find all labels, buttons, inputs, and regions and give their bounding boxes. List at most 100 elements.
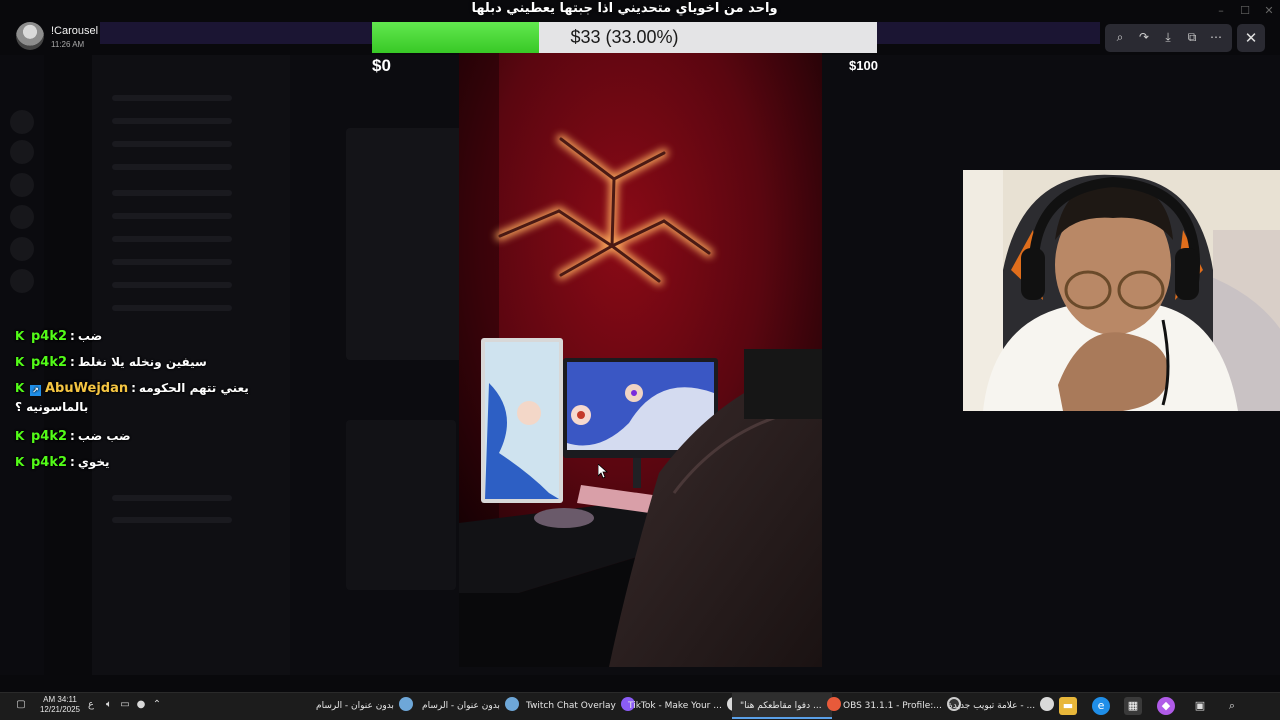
- donation-goal-bar: $33 (33.00%): [372, 22, 877, 53]
- photo-preview: [459, 53, 822, 667]
- taskbar-task[interactable]: بدون عنوان - الرسام: [422, 693, 519, 719]
- tray-overflow-icon[interactable]: ⌃: [150, 698, 164, 712]
- server-icon: [10, 205, 34, 229]
- rotate-icon[interactable]: ↷: [1133, 26, 1155, 48]
- chat-message: Kp4k2: ضب: [15, 325, 102, 344]
- kick-badge-icon: K: [15, 355, 25, 369]
- donation-goal-min: $0: [372, 56, 391, 75]
- task-view-icon[interactable]: ▣: [1191, 697, 1209, 715]
- chrome-icon: [826, 697, 841, 711]
- notification-title: !Carousel: [51, 25, 99, 37]
- embedded-image-preview: [346, 128, 464, 360]
- kick-badge-icon: K: [15, 455, 25, 469]
- task-label: TikTok - Make Your ...: [628, 701, 722, 711]
- taskbar-task[interactable]: بدون عنوان - الرسام: [316, 693, 413, 719]
- server-icon: [10, 110, 34, 134]
- chat-separator: :: [70, 455, 75, 469]
- language-indicator[interactable]: ع: [84, 698, 98, 712]
- chat-text: يعني تتهم الحكومه: [138, 381, 249, 395]
- channel-row: [112, 95, 232, 101]
- taskbar-task[interactable]: علامة تبويب جديدة - ...: [948, 693, 1055, 719]
- channel-row: [112, 495, 232, 501]
- chat-text: ضب: [77, 329, 103, 343]
- task-label: علامة تبويب جديدة - ...: [948, 701, 1036, 711]
- chat-text: يخوي: [77, 455, 110, 469]
- channel-row: [112, 305, 232, 311]
- taskbar-clock[interactable]: AM 34:11 12/21/2025: [38, 695, 82, 715]
- channel-row: [112, 118, 232, 124]
- taskbar-task[interactable]: OBS 31.1.1 - Profile:...: [843, 693, 961, 719]
- clock-time: AM 34:11: [43, 695, 77, 704]
- chat-username: p4k2: [31, 455, 68, 470]
- chat-message: Kp4k2: سيفين ونخله يلا نغلط: [15, 351, 207, 370]
- taskbar-task[interactable]: "دفوا مقاطعكم هنا ...: [732, 693, 841, 719]
- edge-icon[interactable]: e: [1092, 697, 1110, 715]
- channel-row: [112, 164, 232, 170]
- chat-separator: :: [70, 429, 75, 443]
- maximize-icon[interactable]: ☐: [1234, 2, 1256, 20]
- chat-separator: :: [70, 355, 75, 369]
- webcam-image: [963, 170, 1280, 411]
- close-icon[interactable]: ✕: [1237, 24, 1265, 52]
- channel-row: [112, 190, 232, 196]
- chat-username: AbuWejdan: [45, 381, 129, 396]
- chat-username: p4k2: [31, 355, 68, 370]
- taskbar-task[interactable]: TikTok - Make Your ...: [628, 693, 741, 719]
- kick-badge-icon: K: [15, 429, 25, 443]
- window-close-icon[interactable]: ✕: [1258, 2, 1280, 20]
- volume-icon[interactable]: 🔈︎: [102, 698, 116, 712]
- clock-date: 12/21/2025: [39, 705, 81, 714]
- task-label: بدون عنوان - الرسام: [422, 701, 500, 711]
- donation-goal-max: $100: [849, 58, 878, 73]
- task-label: Twitch Chat Overlay: [526, 701, 616, 711]
- download-icon[interactable]: ⤓: [1157, 26, 1179, 48]
- embedded-image-preview: [346, 420, 456, 590]
- chat-text-continuation: بالماسونيه ؟: [15, 400, 89, 414]
- chat-username: p4k2: [31, 429, 68, 444]
- zoom-icon[interactable]: ⌕: [1109, 26, 1131, 48]
- server-icon: [10, 269, 34, 293]
- channel-row: [112, 236, 232, 242]
- channel-row: [112, 141, 232, 147]
- task-label: "دفوا مقاطعكم هنا ...: [740, 701, 822, 711]
- channel-row: [112, 213, 232, 219]
- taskbar-task[interactable]: Twitch Chat Overlay: [526, 693, 635, 719]
- channel-row: [112, 259, 232, 265]
- notification-time: 11:26 AM: [51, 40, 85, 49]
- subscriber-badge-icon: ↗: [30, 385, 41, 396]
- minimize-icon[interactable]: –: [1210, 2, 1232, 20]
- copilot-icon[interactable]: ◆: [1157, 697, 1175, 715]
- server-icon: [10, 140, 34, 164]
- file-explorer-icon[interactable]: ▬: [1059, 697, 1077, 715]
- chat-username: p4k2: [31, 329, 68, 344]
- microphone-icon[interactable]: ●: [134, 698, 148, 712]
- avatar: [16, 22, 44, 50]
- donation-goal-title: واحد من اخوياي متحديني اذا جبتها يعطيني …: [471, 1, 778, 16]
- chat-text: ضب ضب: [77, 429, 131, 443]
- kick-badge-icon: K: [15, 381, 25, 395]
- network-icon[interactable]: ▭: [118, 698, 132, 712]
- channel-row: [112, 282, 232, 288]
- store-icon[interactable]: ▦: [1124, 697, 1142, 715]
- kick-badge-icon: K: [15, 329, 25, 343]
- paint-icon: [398, 697, 413, 711]
- chat-message: Kp4k2: يخوي: [15, 451, 110, 470]
- task-label: بدون عنوان - الرسام: [316, 701, 394, 711]
- task-label: OBS 31.1.1 - Profile:...: [843, 701, 942, 711]
- desk-setup-photo: [459, 53, 822, 667]
- more-icon[interactable]: ⋯: [1205, 26, 1227, 48]
- search-icon[interactable]: ⌕: [1223, 697, 1241, 715]
- server-icon: [10, 173, 34, 197]
- chat-separator: :: [131, 381, 136, 395]
- open-external-icon[interactable]: ⧉: [1181, 26, 1203, 48]
- chat-separator: :: [70, 329, 75, 343]
- channel-row: [112, 517, 232, 523]
- chat-message: Kp4k2: ضب ضب: [15, 425, 131, 444]
- notification-center-icon[interactable]: ▢: [14, 698, 28, 712]
- paint-icon: [504, 697, 519, 711]
- chat-message: K ↗ AbuWejdan: يعني تتهم الحكومه: [15, 377, 249, 396]
- screen: – ☐ ✕ !Carousel 11:26 AM واحد من اخوياي …: [0, 0, 1280, 720]
- server-icon: [10, 237, 34, 261]
- mouse-cursor-icon: [598, 464, 608, 479]
- chat-text: سيفين ونخله يلا نغلط: [77, 355, 207, 369]
